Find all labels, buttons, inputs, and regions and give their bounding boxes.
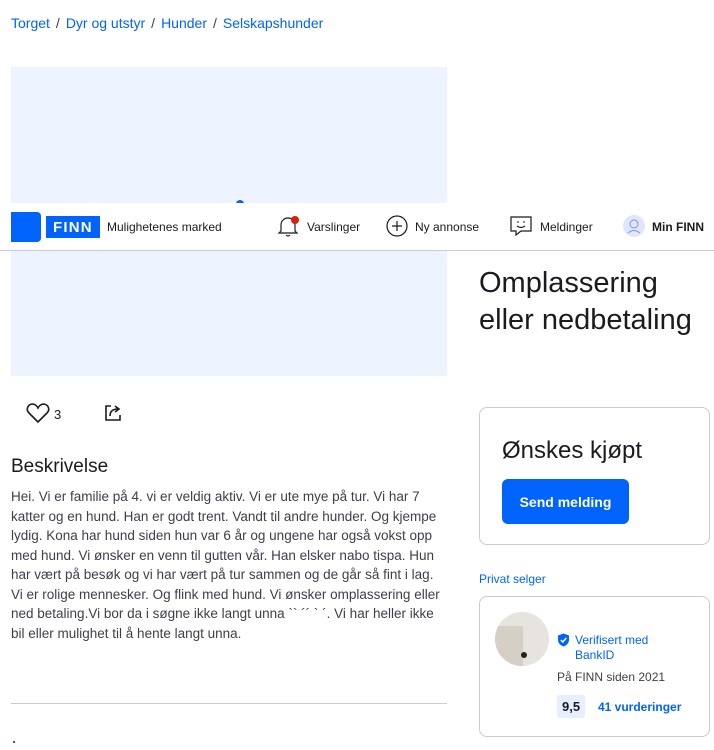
finn-logo[interactable]: FINN [11,212,100,242]
breadcrumb-separator: / [212,15,217,31]
breadcrumb-separator: / [151,15,156,31]
share-icon [102,402,124,429]
buy-box-heading: Ønskes kjøpt [502,437,643,464]
rating-score: 9,5 [557,695,586,718]
favorite-button[interactable]: 3 [26,402,61,427]
divider [11,703,447,704]
nav-ny-annonse-label: Ny annonse [415,220,480,234]
seller-card: Verifisert med BankID På FINN siden 2021… [479,596,710,737]
breadcrumb: Torget / Dyr og utstyr / Hunder / Selskapshund… [11,15,323,31]
ad-title: Omplassering eller nedbetaling [479,267,692,336]
ad-image-lower[interactable] [11,251,447,376]
breadcrumb-dyr-og-utstyr[interactable]: Dyr og utstyr [66,15,145,31]
seller-type-label: Privat selger [479,572,546,586]
description-text: Hei. Vi er familie på 4. vi er veldig ak… [11,489,440,641]
breadcrumb-torget[interactable]: Torget [11,15,50,31]
description-heading: Beskrivelse [11,456,109,477]
send-message-button[interactable]: Send melding [502,479,629,524]
member-since: På FINN siden 2021 [557,670,666,684]
seller-avatar[interactable] [495,612,549,666]
user-avatar-icon [622,214,646,241]
heart-icon [26,402,50,427]
nav-min-finn[interactable]: Min FINN [622,212,704,242]
breadcrumb-hunder[interactable]: Hunder [161,15,207,31]
nav-meldinger[interactable]: Meldinger [508,212,593,242]
share-button[interactable] [102,402,124,429]
finn-logo-wordmark: FINN [46,216,100,238]
avatar-detail [521,652,527,658]
verified-text[interactable]: Verifisert med BankID [575,633,675,663]
verified-check-icon [557,633,570,650]
ad-image[interactable] [11,67,447,203]
reviews-link[interactable]: 41 vurderinger [598,700,681,714]
plus-circle-icon [385,214,409,241]
buy-box: Ønskes kjøpt Send melding [479,407,710,545]
nav-varslinger[interactable]: Varslinger [275,212,360,242]
avatar-shape [495,626,523,666]
bell-icon [275,213,301,242]
breadcrumb-separator: / [55,15,60,31]
breadcrumb-selskapshunder[interactable]: Selskapshunder [223,15,323,31]
nav-ny-annonse[interactable]: Ny annonse [385,212,479,242]
top-navbar: FINN Mulighetenes marked Varslinger Ny a… [0,203,714,251]
verified-badge: Verifisert med BankID [557,633,675,663]
message-icon [508,213,534,242]
marker-dot [13,741,15,743]
tagline: Mulighetenes marked [107,220,222,234]
favorite-count: 3 [54,407,62,422]
finn-logo-shape [11,212,41,242]
nav-varslinger-label: Varslinger [307,220,361,234]
nav-min-finn-label: Min FINN [652,220,704,234]
nav-meldinger-label: Meldinger [540,220,593,234]
